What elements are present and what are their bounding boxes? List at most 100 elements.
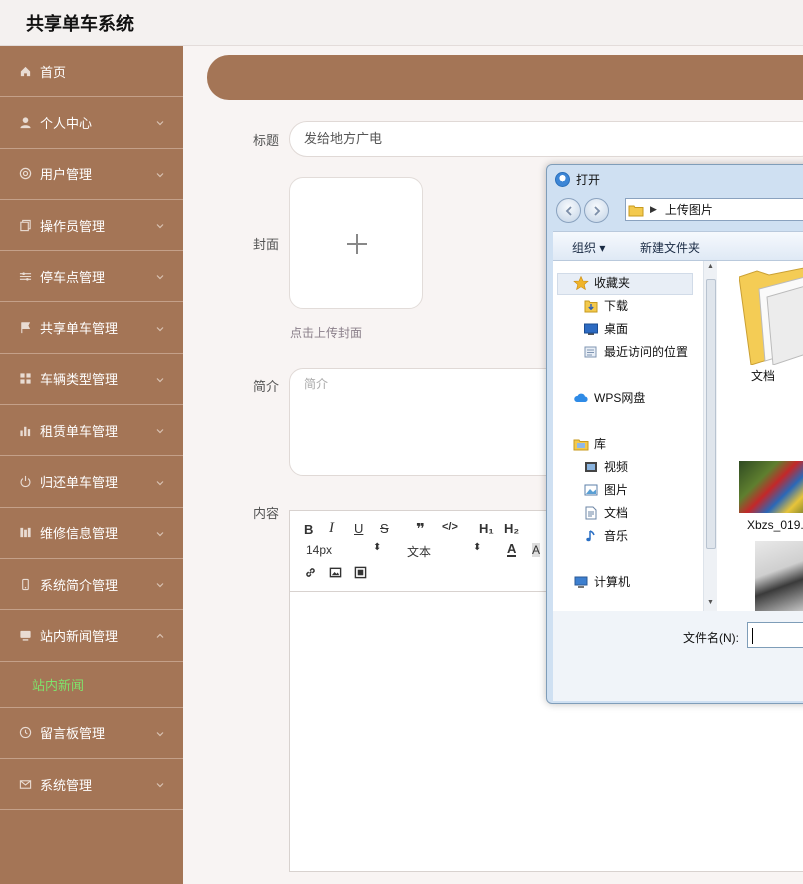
sidebar-subitem-news[interactable]: 站内新闻 [0,662,183,708]
tree-item-downloads[interactable]: 下载 [583,297,628,314]
sidebar-item-label: 系统简介管理 [40,577,119,593]
chevron-down-icon [155,424,165,434]
app-title: 共享单车系统 [26,14,134,34]
cover-upload-tip: 点击上传封面 [290,326,363,340]
chevron-down-icon [155,270,165,280]
tree-item-label: 视频 [604,460,629,474]
columns-icon [18,526,32,540]
monitor-icon [18,628,32,642]
sidebar-item-bikes[interactable]: 共享单车管理 [0,302,183,354]
chevron-up-icon [155,629,165,639]
tree-item-music[interactable]: 音乐 [583,527,628,544]
plus-icon-bar [347,243,367,245]
clock-icon [18,726,32,740]
video-icon [585,461,597,472]
address-path: 上传图片 [664,203,713,217]
video-icon[interactable] [354,566,367,582]
sidebar-item-rentals[interactable]: 租赁单车管理 [0,405,183,457]
sidebar-item-label: 站内新闻管理 [40,628,119,644]
font-size-select[interactable]: 14px [306,543,332,557]
bg-color-button[interactable]: A [532,543,541,557]
chevron-down-icon [155,322,165,332]
tree-item-computer[interactable]: 计算机 [573,573,630,590]
tree-scrollbar[interactable]: ▲ ▼ [703,261,717,611]
back-button[interactable] [556,198,581,223]
italic-button[interactable]: I [329,520,334,537]
tree-item-label: 最近访问的位置 [604,345,689,359]
title-input[interactable]: 发给地方广电 [289,121,803,157]
quote-button[interactable]: ❞ [416,520,425,538]
image-icon[interactable] [329,566,342,582]
underline-button[interactable]: U [354,521,363,536]
large-folder-icon [738,267,803,366]
tree-item-favorites[interactable]: 收藏夹 [573,274,630,291]
sidebar-item-message-board[interactable]: 留言板管理 [0,708,183,759]
sidebar-item-returns[interactable]: 归还单车管理 [0,456,183,508]
dialog-footer: 文件名(N): [553,611,803,701]
sidebar-item-system-intro[interactable]: 系统简介管理 [0,559,183,611]
computer-icon [574,576,588,588]
tree-item-desktop[interactable]: 桌面 [583,320,628,337]
picture-icon [584,484,598,495]
tree-item-label: 音乐 [604,529,629,543]
sidebar-item-repairs[interactable]: 维修信息管理 [0,508,183,559]
sidebar-item-users[interactable]: 用户管理 [0,149,183,200]
tree-item-label: WPS网盘 [594,391,646,405]
image-thumbnail[interactable] [755,541,803,611]
flag-icon [18,321,32,335]
tree-item-videos[interactable]: 视频 [583,458,628,475]
arrow-left-icon [565,206,572,216]
music-icon [586,529,595,541]
sidebar-item-profile[interactable]: 个人中心 [0,97,183,149]
tree-item-recent[interactable]: 最近访问的位置 [583,343,688,360]
cloud-icon [574,393,588,402]
sidebar-item-operators[interactable]: 操作员管理 [0,200,183,252]
h1-button[interactable]: H₁ [479,521,494,536]
scroll-down-icon[interactable]: ▼ [707,599,714,606]
chevron-down-icon [155,578,165,588]
sidebar-item-news[interactable]: 站内新闻管理 [0,610,183,662]
folder-icon [628,205,644,216]
filename-input[interactable] [747,622,803,648]
sidebar-item-vehicle-types[interactable]: 车辆类型管理 [0,354,183,406]
tree-item-documents[interactable]: 文档 [583,504,628,521]
file-item-folder[interactable] [738,267,803,368]
cover-upload[interactable] [289,177,423,309]
h2-button[interactable]: H₂ [504,521,519,536]
sidebar-item-home[interactable]: 首页 [0,46,183,98]
arrow-right-icon [594,206,601,216]
new-folder-button[interactable]: 新建文件夹 [640,239,700,256]
chevron-down-icon [155,373,165,383]
forward-button[interactable] [584,198,609,223]
tree-item-library[interactable]: 库 [573,435,606,452]
organize-button[interactable]: 组织 ▾ [572,239,605,256]
scroll-up-icon[interactable]: ▲ [707,263,714,270]
link-icon[interactable] [304,566,317,582]
sidebar-item-label: 维修信息管理 [40,526,119,542]
tree-item-pictures[interactable]: 图片 [583,481,628,498]
chevron-down-icon [155,168,165,178]
sidebar-item-label: 租赁单车管理 [40,423,119,439]
chevron-updown-icon: ⬍ [373,542,382,553]
sidebar-item-system[interactable]: 系统管理 [0,759,183,811]
scroll-thumb[interactable] [706,279,716,549]
code-button[interactable]: </> [442,521,458,533]
tree-item-wps[interactable]: WPS网盘 [573,389,645,406]
bold-button[interactable]: B [304,522,313,537]
tree-item-label: 库 [594,437,607,451]
top-header: 共享单车系统 [0,0,803,46]
address-bar[interactable]: ▶ 上传图片 [625,198,803,221]
font-color-button[interactable]: A [507,542,517,557]
block-format-select[interactable]: 文本 [407,543,431,560]
sidebar-item-parking[interactable]: 停车点管理 [0,251,183,303]
cover-label: 封面 [253,237,280,252]
page-banner [207,55,803,100]
file-list: 文档 Xbzs_019.j [717,261,803,611]
strike-button[interactable]: S [380,521,389,536]
phone-icon [18,577,32,591]
tree-item-label: 下载 [604,299,629,313]
chevron-updown-icon: ⬍ [473,542,482,553]
file-name: Xbzs_019.j [747,518,803,532]
image-thumbnail[interactable] [739,461,803,513]
desktop-icon [584,323,598,335]
